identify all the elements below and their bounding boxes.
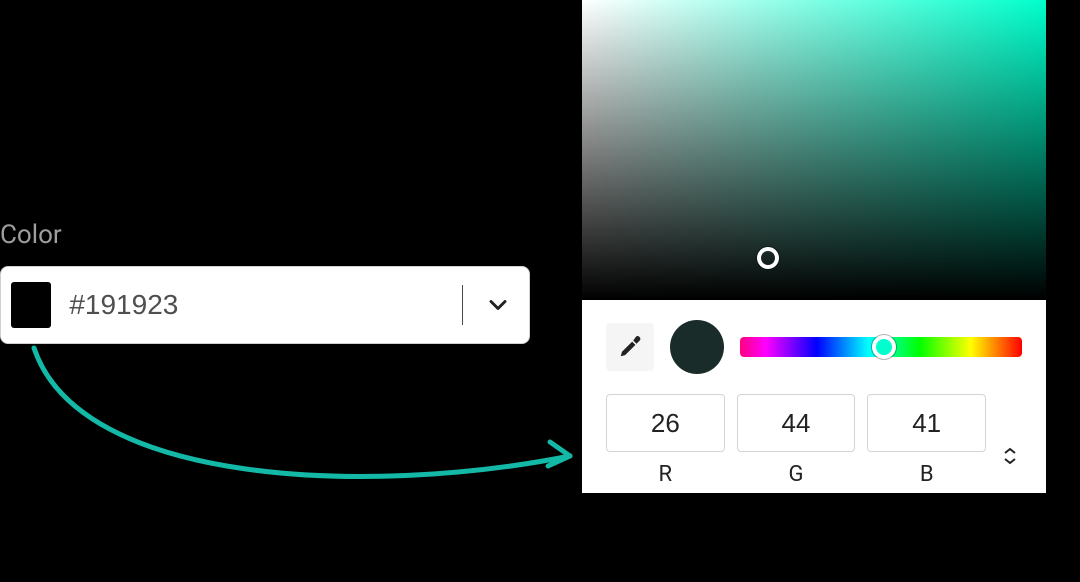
expand-picker-button[interactable] <box>477 282 519 328</box>
sv-black-gradient <box>582 0 1046 300</box>
input-divider <box>462 285 463 325</box>
r-box: R <box>606 394 725 487</box>
eyedropper-button[interactable] <box>606 323 654 371</box>
r-input[interactable] <box>606 394 725 452</box>
g-label: G <box>789 462 804 487</box>
picker-controls-row <box>582 300 1046 380</box>
b-box: B <box>867 394 986 487</box>
b-label: B <box>920 462 934 487</box>
b-input[interactable] <box>867 394 986 452</box>
sv-thumb[interactable] <box>757 247 779 269</box>
r-label: R <box>659 462 673 487</box>
annotation-arrow <box>20 336 590 536</box>
color-picker-popover: R G B <box>582 0 1046 493</box>
g-box: G <box>737 394 856 487</box>
chevron-up-icon <box>1003 447 1017 455</box>
color-swatch[interactable] <box>11 282 51 328</box>
hex-input[interactable] <box>51 289 448 321</box>
color-preview-circle <box>670 320 724 374</box>
eyedropper-icon <box>617 334 643 360</box>
color-format-toggle[interactable] <box>998 427 1022 485</box>
chevron-down-icon <box>1003 457 1017 465</box>
hex-input-row[interactable] <box>0 266 530 344</box>
saturation-value-plane[interactable] <box>582 0 1046 300</box>
chevron-down-icon <box>484 291 512 319</box>
hue-slider[interactable] <box>740 337 1022 357</box>
g-input[interactable] <box>737 394 856 452</box>
rgb-inputs-row: R G B <box>582 380 1046 493</box>
color-field-label: Color <box>0 220 62 250</box>
hue-thumb[interactable] <box>872 335 896 359</box>
